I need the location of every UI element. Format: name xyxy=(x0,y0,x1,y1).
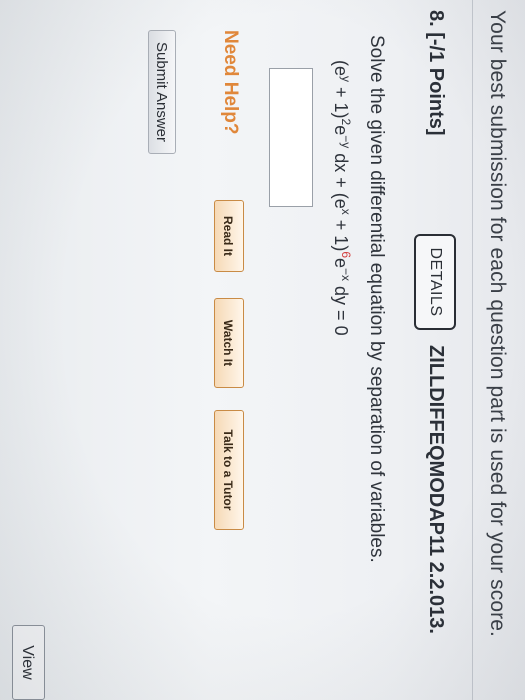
score-banner: Your best submission for each question p… xyxy=(486,10,509,637)
submit-answer-button[interactable]: Submit Answer xyxy=(148,30,176,154)
eq-part: dx + (e xyxy=(331,148,351,209)
view-button[interactable]: View xyxy=(12,625,45,700)
photo-frame: Your best submission for each question p… xyxy=(0,0,525,700)
question-header: 8. [-/1 Points] DETAILS ZILLDIFFEQMODAP1… xyxy=(411,10,459,700)
read-it-button[interactable]: Read It xyxy=(214,200,244,272)
details-button[interactable]: DETAILS xyxy=(414,234,456,330)
eq-part: dy = 0 xyxy=(331,281,351,336)
eq-part: e xyxy=(331,125,351,136)
eq-part: + 1) xyxy=(331,82,351,119)
rotated-page: Your best submission for each question p… xyxy=(0,0,525,700)
eq-part: (e xyxy=(331,60,351,77)
question-code: ZILLDIFFEQMODAP11 2.2.013. xyxy=(425,345,447,634)
need-help-label: Need Help? xyxy=(220,30,241,135)
watch-it-button[interactable]: Watch It xyxy=(214,298,244,388)
eq-part: e xyxy=(331,258,351,269)
eq-sup: −x xyxy=(339,268,353,282)
question-prompt: Solve the given differential equation by… xyxy=(366,35,387,563)
eq-sup-highlight: 6 xyxy=(339,251,353,259)
question-points: 8. [-/1 Points] xyxy=(425,10,447,136)
answer-input[interactable] xyxy=(269,68,313,207)
equation: (ey + 1)2e−y dx + (ex + 1)6e−x dy = 0 xyxy=(330,60,353,336)
eq-part: + 1) xyxy=(331,214,351,252)
talk-to-tutor-button[interactable]: Talk to a Tutor xyxy=(214,410,244,530)
divider xyxy=(472,0,473,700)
eq-sup: −y xyxy=(339,135,353,149)
